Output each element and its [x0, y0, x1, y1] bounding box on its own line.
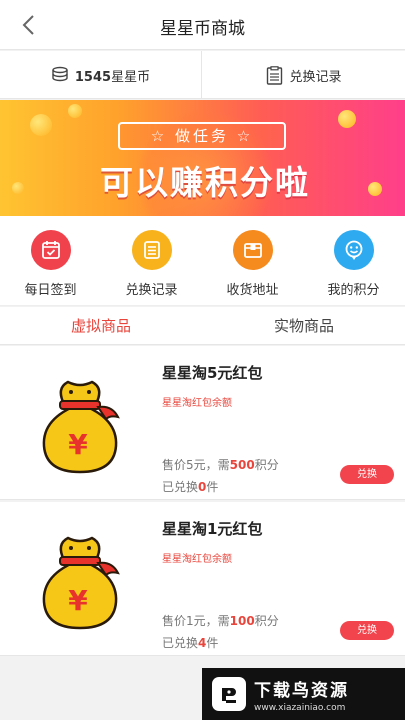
coin-stack-icon: [52, 66, 68, 82]
quick-item-points[interactable]: 我的积分: [303, 230, 404, 298]
coin-unit: 星星币: [111, 69, 151, 85]
quick-item-checkin[interactable]: 每日签到: [0, 230, 101, 298]
coin-amount: 1545: [74, 69, 112, 85]
quick-item-records[interactable]: 兑换记录: [101, 230, 202, 298]
calendar-icon: [30, 230, 71, 270]
coin-balance[interactable]: 1545星星币: [0, 51, 202, 99]
product-name: 星星淘5元红包: [162, 364, 263, 382]
product-card[interactable]: ¥ 星星淘1元红包 星星淘红包余额 售价1元，需100积分 已兑换4件 兑换: [0, 502, 405, 656]
tab-virtual-goods[interactable]: 虚拟商品: [0, 307, 202, 345]
banner-coin: [30, 114, 52, 136]
watermark-name: 下载鸟资源: [254, 680, 349, 701]
document-list-icon: [267, 65, 283, 85]
quick-item-label: 兑换记录: [125, 283, 178, 298]
box-icon: [232, 230, 273, 270]
product-price: 售价5元，需500积分: [162, 458, 279, 472]
product-sold: 已兑换4件: [162, 636, 219, 650]
banner-coin: [68, 104, 82, 118]
svg-text:¥: ¥: [68, 428, 88, 461]
tab-physical-goods[interactable]: 实物商品: [203, 307, 405, 345]
banner-headline: 可以赚积分啦: [100, 163, 310, 202]
money-bag-icon: ¥: [42, 536, 120, 630]
site-watermark: 下载鸟资源 www.xiazainiao.com: [202, 668, 405, 720]
category-tabs: 虚拟商品 实物商品: [0, 307, 405, 345]
quick-item-label: 收货地址: [226, 283, 279, 298]
svg-text:¥: ¥: [68, 584, 88, 617]
money-bag-icon: ¥: [42, 380, 120, 474]
bird-logo-icon: [212, 677, 246, 711]
redeem-records-label: 兑换记录: [289, 69, 342, 85]
quick-item-label: 我的积分: [327, 283, 380, 298]
redeem-records-link[interactable]: 兑换记录: [203, 51, 405, 99]
product-card[interactable]: ¥ 星星淘5元红包 星星淘红包余额 售价5元，需500积分 已兑换0件 兑换: [0, 346, 405, 500]
smile-icon: [333, 230, 374, 270]
banner-coin: [12, 182, 24, 194]
top-bar: 星星币商城: [0, 0, 405, 50]
redeem-button[interactable]: 兑换: [340, 465, 394, 484]
product-name: 星星淘1元红包: [162, 520, 263, 538]
product-desc: 星星淘红包余额: [162, 554, 232, 565]
product-sold: 已兑换0件: [162, 480, 219, 494]
promo-banner[interactable]: ☆ 做任务 ☆ 可以赚积分啦: [0, 100, 405, 216]
quick-item-address[interactable]: 收货地址: [202, 230, 303, 298]
banner-coin: [368, 182, 382, 196]
banner-coin: [338, 110, 356, 128]
quick-item-label: 每日签到: [24, 283, 77, 298]
page-title: 星星币商城: [160, 19, 245, 39]
product-price: 售价1元，需100积分: [162, 614, 279, 628]
quick-menu: 每日签到 兑换记录 收货地址 我的积分: [0, 216, 405, 306]
list-icon: [131, 230, 172, 270]
balance-bar: 1545星星币 兑换记录: [0, 51, 405, 99]
product-desc: 星星淘红包余额: [162, 398, 232, 409]
banner-tag: ☆ 做任务 ☆: [118, 122, 286, 150]
redeem-button[interactable]: 兑换: [340, 621, 394, 640]
watermark-url: www.xiazainiao.com: [254, 702, 346, 713]
